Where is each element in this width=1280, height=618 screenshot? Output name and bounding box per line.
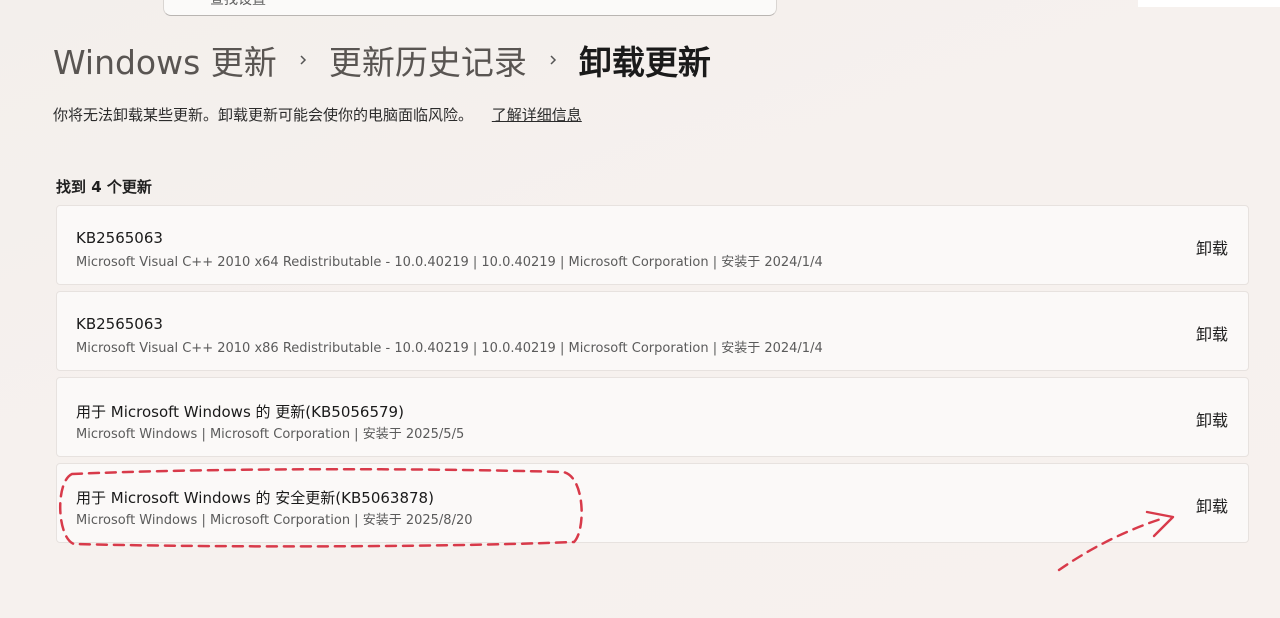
chevron-right-icon: [300, 55, 306, 65]
update-item: KB2565063 Microsoft Visual C++ 2010 x64 …: [56, 205, 1249, 285]
uninstall-button[interactable]: 卸载: [1196, 407, 1228, 431]
update-item: 用于 Microsoft Windows 的 更新(KB5056579) Mic…: [56, 377, 1249, 457]
update-details: Microsoft Windows | Microsoft Corporatio…: [76, 427, 465, 442]
update-title: 用于 Microsoft Windows 的 安全更新(KB5063878): [76, 489, 434, 507]
update-title: 用于 Microsoft Windows 的 更新(KB5056579): [76, 403, 404, 421]
learn-more-link[interactable]: 了解详细信息: [492, 106, 582, 124]
chevron-right-icon: [550, 55, 556, 65]
update-item-security-update: 用于 Microsoft Windows 的 安全更新(KB5063878) M…: [56, 463, 1249, 543]
search-icon: [176, 0, 190, 1]
uninstall-button[interactable]: 卸载: [1196, 321, 1228, 345]
uninstall-button[interactable]: 卸载: [1196, 235, 1228, 259]
update-details: Microsoft Visual C++ 2010 x86 Redistribu…: [76, 341, 823, 356]
search-box[interactable]: 查找设置: [163, 0, 777, 16]
update-title: KB2565063: [76, 229, 163, 247]
update-item: KB2565063 Microsoft Visual C++ 2010 x86 …: [56, 291, 1249, 371]
update-list: KB2565063 Microsoft Visual C++ 2010 x64 …: [56, 205, 1249, 549]
warning-text: 你将无法卸载某些更新。卸载更新可能会使你的电脑面临风险。: [53, 106, 474, 124]
update-details: Microsoft Visual C++ 2010 x64 Redistribu…: [76, 255, 823, 270]
page-title: 卸载更新: [578, 43, 711, 82]
uninstall-warning: 你将无法卸载某些更新。卸载更新可能会使你的电脑面临风险。 了解详细信息: [53, 104, 582, 125]
search-placeholder: 查找设置: [210, 0, 266, 8]
breadcrumb-item-update-history[interactable]: 更新历史记录: [329, 36, 527, 84]
breadcrumb: Windows 更新 更新历史记录 卸载更新: [53, 36, 711, 84]
update-details: Microsoft Windows | Microsoft Corporatio…: [76, 513, 473, 528]
breadcrumb-item-windows-update[interactable]: Windows 更新: [53, 36, 277, 84]
uninstall-button[interactable]: 卸载: [1196, 493, 1228, 517]
window-chrome-fragment: [1138, 0, 1280, 7]
update-count-label: 找到 4 个更新: [56, 178, 152, 196]
update-title: KB2565063: [76, 315, 163, 333]
